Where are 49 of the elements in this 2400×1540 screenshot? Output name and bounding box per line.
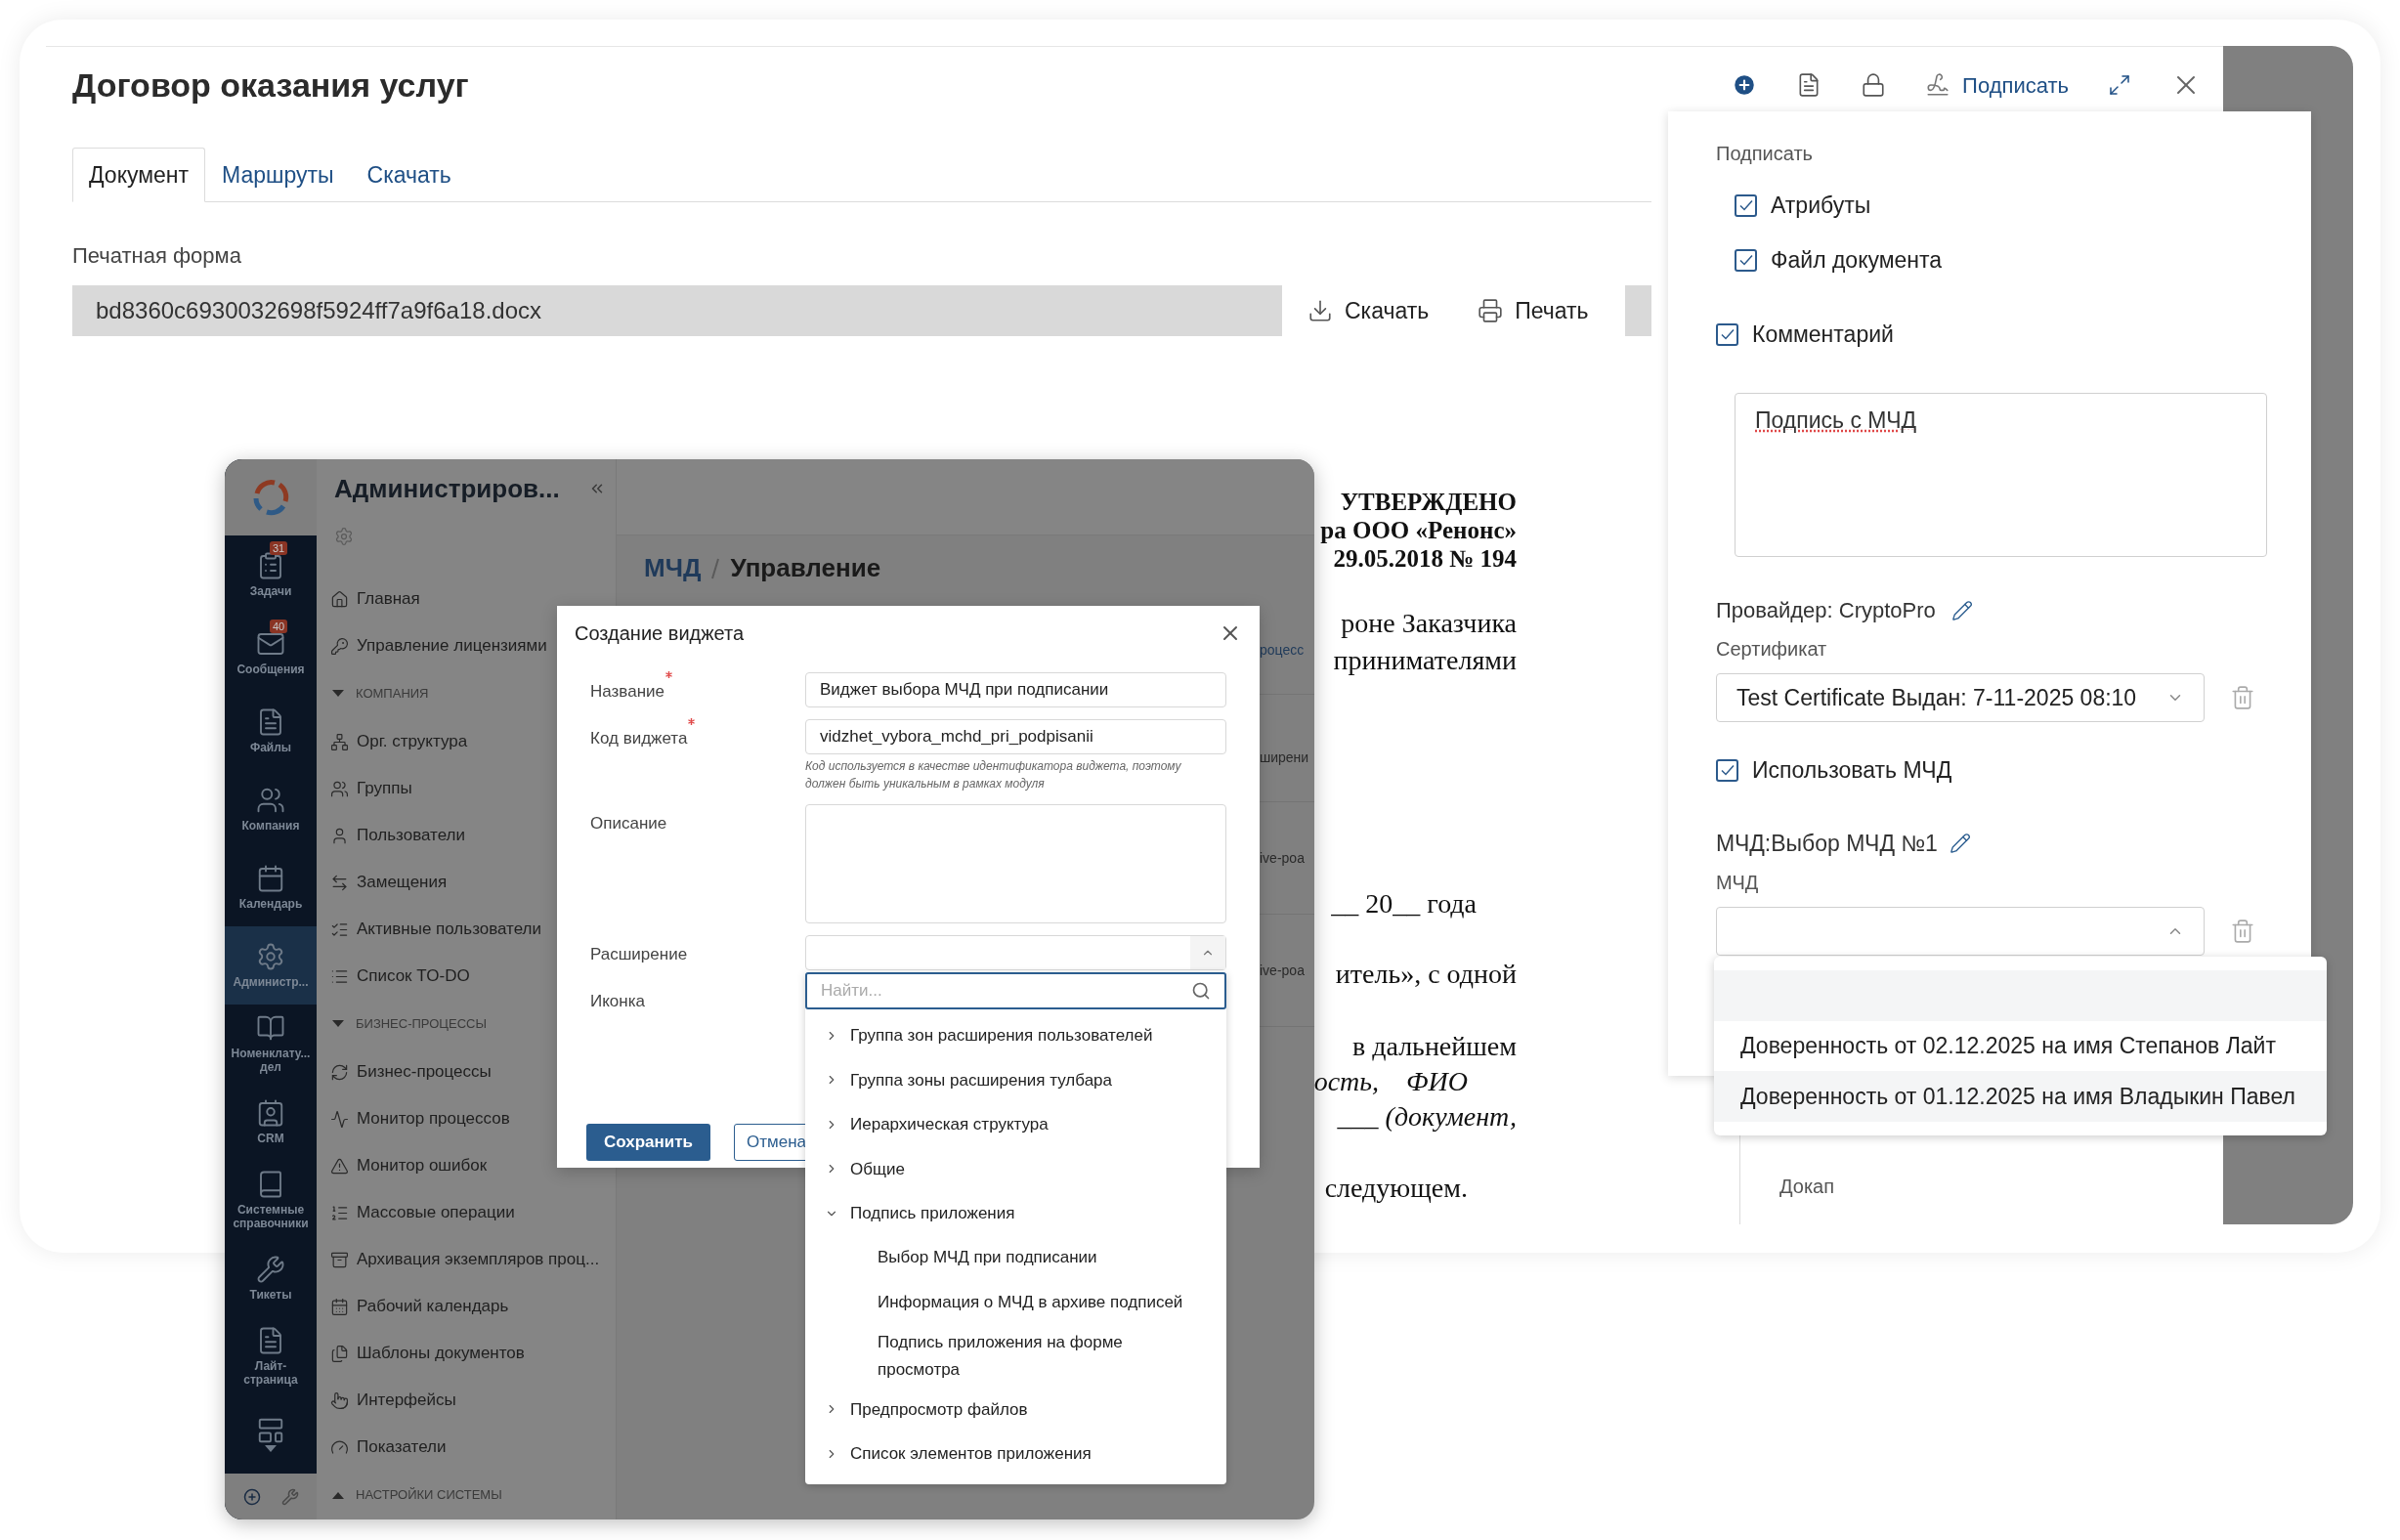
- document-text: УТВЕРЖДЕНО: [1340, 489, 1517, 517]
- document-text: роне Заказчика: [1341, 608, 1517, 640]
- document-text: итель», с одной: [1335, 958, 1517, 990]
- field-label: Расширение: [590, 944, 688, 965]
- document-text: ость, ФИО: [1313, 1066, 1468, 1098]
- field-label: Иконка: [590, 991, 645, 1012]
- count-badge: 31: [270, 541, 288, 555]
- checkbox-label: Комментарий: [1752, 320, 1894, 349]
- field-label: Название: [590, 679, 672, 705]
- field-label: Код виджета: [590, 726, 696, 751]
- nav-item-label: Администр...: [233, 975, 309, 989]
- nav-item-label: Номенклату... дел: [231, 1047, 311, 1074]
- file-name-field: bd8360c6930032698f5924ff7a9f6a18.docx: [72, 285, 1282, 336]
- document-text: __ 20__ года: [1331, 887, 1477, 920]
- document-text: принимателями: [1333, 645, 1517, 677]
- section-title: МЧД:Выбор МЧД №1: [1716, 829, 1938, 858]
- section-title: Администриров...: [334, 472, 560, 505]
- nav-item-label: Файлы: [249, 741, 292, 754]
- panel-title: Подписать: [1716, 142, 1814, 166]
- provider-label: Провайдер: CryptoPro: [1716, 597, 1936, 624]
- table-cell-text: ive-poa: [1260, 961, 1305, 980]
- checkbox-label: Атрибуты: [1771, 191, 1871, 220]
- field-hint: Код используется в качестве идентификатора виджета, поэтому должен быть уникальным в рамках модуля: [805, 758, 1182, 792]
- table-cell-text: ширени: [1260, 749, 1309, 767]
- breadcrumb-item: Управление: [730, 552, 881, 584]
- nav-item-label: Лайт- страница: [243, 1359, 298, 1387]
- document-text: в дальнейшем: [1352, 1031, 1517, 1063]
- count-badge: 40: [270, 620, 288, 633]
- table-cell-text: роцесс: [1260, 641, 1305, 660]
- document-text: 29.05.2018 № 194: [1333, 544, 1517, 574]
- checkbox-label: Файл документа: [1771, 245, 1943, 275]
- document-text: ра ООО «Ренонс»: [1320, 516, 1517, 545]
- dialog-title: Создание виджета: [575, 621, 745, 646]
- field-label: МЧД: [1716, 871, 1760, 895]
- field-label: Сертификат: [1716, 637, 1828, 662]
- nav-item-label: Тикеты: [249, 1288, 292, 1302]
- nav-item-label: CRM: [257, 1132, 284, 1145]
- nav-item-label: Компания: [241, 819, 300, 833]
- field-label: Описание: [590, 813, 667, 834]
- table-cell-text: ive-poa: [1260, 848, 1305, 868]
- nav-item-label: Сообщения: [236, 663, 305, 676]
- document-text: ___ (документ,: [1337, 1101, 1517, 1134]
- window-title: Договор оказания услуг: [72, 64, 469, 106]
- nav-item-label: Календарь: [238, 897, 303, 911]
- field-label: Печатная форма: [72, 242, 241, 270]
- nav-item-label: Задачи: [249, 584, 292, 598]
- nav-item-label: Системные справочники: [233, 1203, 309, 1230]
- checkbox-label: Использовать МЧД: [1752, 756, 1952, 785]
- document-text: следующем.: [1324, 1172, 1468, 1204]
